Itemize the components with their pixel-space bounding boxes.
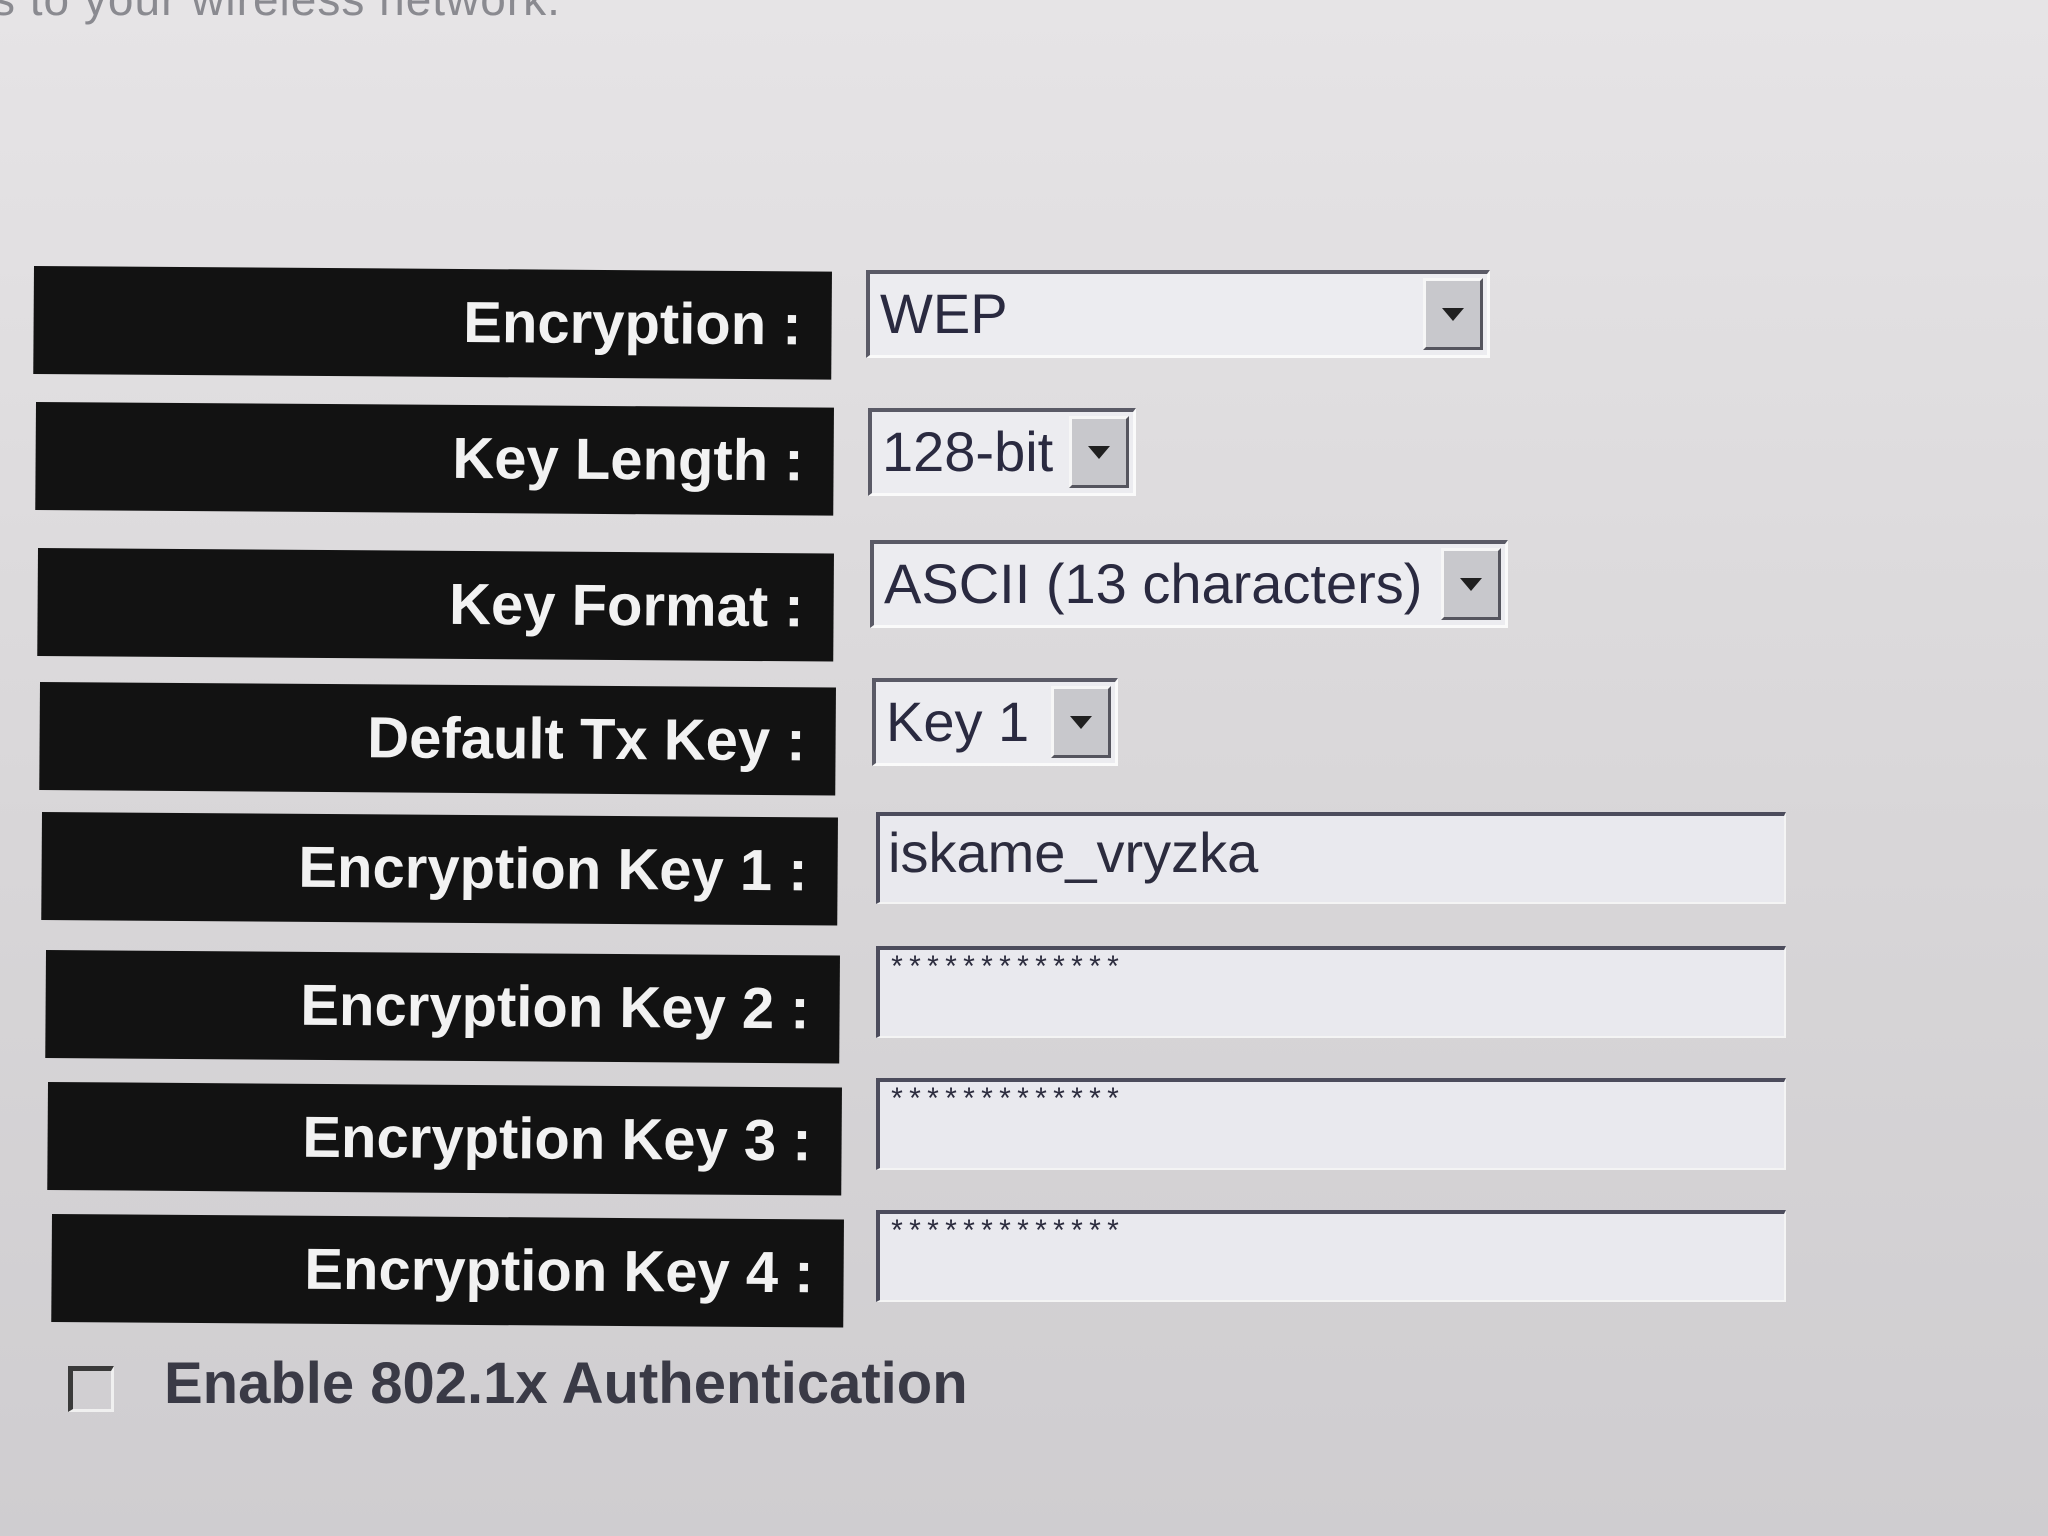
encryption-key-3-label: Encryption Key 3 : — [47, 1082, 842, 1196]
encryption-key-2-input[interactable]: ************* — [876, 946, 1786, 1038]
key-format-select[interactable]: ASCII (13 characters) — [870, 540, 1508, 628]
chevron-down-icon[interactable] — [1423, 278, 1483, 350]
default-tx-key-select[interactable]: Key 1 — [872, 678, 1118, 766]
default-tx-key-label: Default Tx Key : — [39, 682, 836, 796]
encryption-key-1-input[interactable]: iskame_vryzka — [876, 812, 1786, 904]
encryption-label: Encryption : — [33, 266, 832, 380]
intro-text: s to your wireless network. — [0, 0, 561, 26]
encryption-select-value: WEP — [880, 282, 1008, 345]
key-length-select-value: 128-bit — [882, 420, 1054, 483]
chevron-down-icon[interactable] — [1051, 686, 1111, 758]
key-length-label: Key Length : — [35, 402, 834, 516]
encryption-key-3-input[interactable]: ************* — [876, 1078, 1786, 1170]
wireless-security-page: s to your wireless network. Encryption :… — [0, 0, 2048, 1536]
encryption-key-4-label: Encryption Key 4 : — [51, 1214, 844, 1328]
chevron-down-icon[interactable] — [1441, 548, 1501, 620]
encryption-select[interactable]: WEP — [866, 270, 1490, 358]
enable-8021x-checkbox[interactable] — [68, 1366, 114, 1412]
key-format-select-value: ASCII (13 characters) — [884, 552, 1423, 615]
chevron-down-icon[interactable] — [1069, 416, 1129, 488]
encryption-key-4-input[interactable]: ************* — [876, 1210, 1786, 1302]
encryption-key-2-label: Encryption Key 2 : — [45, 950, 840, 1064]
enable-8021x-label: Enable 802.1x Authentication — [164, 1351, 968, 1416]
key-length-select[interactable]: 128-bit — [868, 408, 1136, 496]
default-tx-key-select-value: Key 1 — [886, 690, 1030, 753]
encryption-key-1-label: Encryption Key 1 : — [41, 812, 838, 926]
key-format-label: Key Format : — [37, 548, 834, 662]
